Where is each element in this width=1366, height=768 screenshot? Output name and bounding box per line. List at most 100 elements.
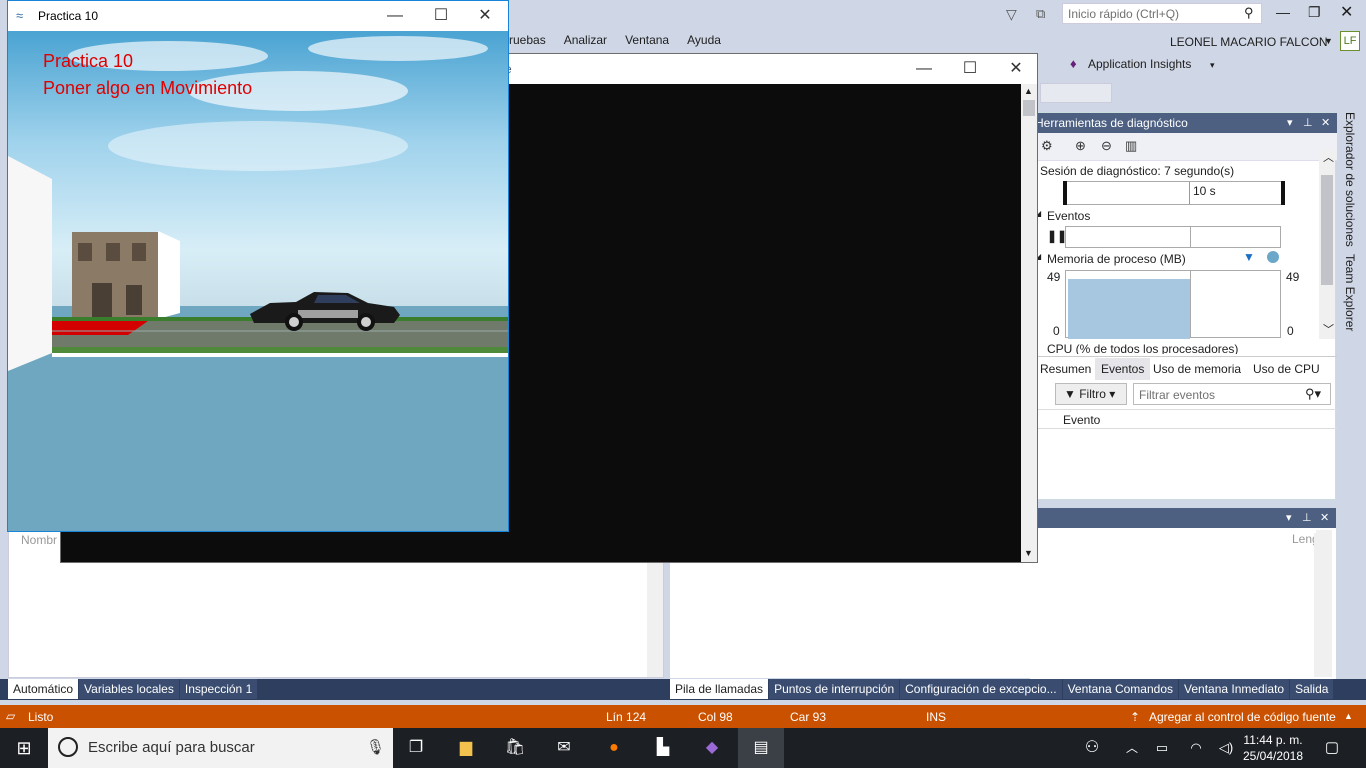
clock-date: 25/04/2018 [1242, 749, 1304, 763]
tab-puntos-interrupcion[interactable]: Puntos de interrupción [769, 679, 900, 699]
tab-ventana-comandos[interactable]: Ventana Comandos [1062, 679, 1178, 699]
notifications-icon[interactable]: ▢ [1320, 736, 1344, 760]
timeline-label: 10 s [1193, 184, 1216, 198]
filter-button[interactable]: ▼ Filtro ▾ [1055, 383, 1127, 405]
maximize-button[interactable]: ☐ [947, 54, 993, 84]
visual-studio-icon[interactable]: ◆ [700, 736, 724, 760]
config-dropdown[interactable] [1040, 83, 1112, 103]
diagnostic-tools-panel: Herramientas de diagnóstico ▾ ⊥ ✕ ⚙ ⊕ ⊖ … [1030, 112, 1337, 500]
bottom-tabs-right: Pila de llamadas Puntos de interrupción Co… [670, 679, 1336, 699]
microphone-icon[interactable]: 🎙 [366, 738, 385, 756]
source-control-button[interactable]: Agregar al control de código fuente [1149, 710, 1336, 724]
snapshot-marker-icon: ▼ [1243, 250, 1255, 264]
tab-variables-locales[interactable]: Variables locales [79, 679, 179, 699]
volume-icon[interactable]: ◁) [1214, 736, 1238, 760]
mem-max-left: 49 [1047, 270, 1061, 284]
app-window-icon[interactable]: ▤ [749, 736, 773, 760]
panel-menu-icon[interactable]: ▾ [1287, 116, 1293, 129]
tab-automatico[interactable]: Automático [8, 679, 79, 699]
memory-area [1068, 279, 1190, 339]
close-icon[interactable]: ✕ [1321, 116, 1330, 129]
practica-window[interactable]: ≈ Practica 10 — ☐ ✕ Practica 10 Poner al… [7, 0, 509, 532]
menu-analizar[interactable]: Analizar [555, 30, 616, 50]
minimize-vs-button[interactable]: — [1276, 4, 1290, 20]
close-icon[interactable]: ✕ [1320, 511, 1329, 524]
filter-events-input[interactable]: Filtrar eventos [1133, 383, 1331, 405]
user-name[interactable]: LEONEL MACARIO FALCON [1170, 35, 1328, 49]
practica-titlebar[interactable]: ≈ Practica 10 — ☐ ✕ [8, 1, 508, 31]
opengl-scene[interactable]: Practica 10 Poner algo en Movimiento [8, 31, 508, 531]
tab-config-excepciones[interactable]: Configuración de excepcio... [900, 679, 1062, 699]
mem-max-right: 49 [1286, 270, 1300, 284]
tab-ventana-inmediato[interactable]: Ventana Inmediato [1179, 679, 1290, 699]
menu-ayuda[interactable]: Ayuda [678, 30, 730, 50]
panel-menu-icon[interactable]: ▾ [1286, 511, 1292, 524]
close-button[interactable]: ✕ [993, 54, 1039, 84]
zoom-in-icon[interactable]: ⊕ [1075, 138, 1086, 154]
menu-ventana[interactable]: Ventana [616, 30, 678, 50]
mem-min-right: 0 [1287, 324, 1294, 338]
pin-icon[interactable]: ⊥ [1303, 116, 1313, 129]
chevron-up-icon[interactable]: ▲ [1344, 711, 1353, 721]
filter-icon[interactable]: ▽ [1006, 6, 1017, 23]
file-explorer-icon[interactable]: ▆ [454, 736, 478, 760]
tab-solution-explorer[interactable]: Explorador de soluciones [1343, 112, 1357, 247]
app-insights-button[interactable]: Application Insights [1088, 57, 1191, 71]
zoom-out-icon[interactable]: ⊖ [1101, 138, 1112, 154]
status-ins: INS [926, 710, 947, 724]
store-icon[interactable]: 🛍 [503, 736, 527, 760]
output-icon: ▱ [6, 709, 16, 723]
maximize-button[interactable]: ☐ [418, 1, 464, 31]
task-view-icon[interactable]: ❐ [404, 736, 428, 760]
battery-icon[interactable]: ▭ [1150, 736, 1174, 760]
bottom-tabs-left: Automático Variables locales Inspección 1 [8, 679, 664, 699]
scene-subheading: Poner algo en Movimiento [43, 78, 253, 98]
clock[interactable]: 11:44 p. m. 25/04/2018 [1238, 732, 1308, 764]
firefox-icon[interactable]: ● [602, 736, 626, 760]
sticky-notes-icon[interactable]: ▙ [651, 736, 675, 760]
restore-vs-button[interactable]: ❐ [1308, 4, 1321, 21]
avatar[interactable]: LF [1340, 31, 1360, 51]
taskbar-search[interactable]: Escribe aquí para buscar 🎙 [48, 728, 393, 768]
status-col: Col 98 [698, 710, 733, 724]
chart-icon[interactable]: ▥ [1125, 138, 1137, 154]
diag-tabs: Resumen Eventos Uso de memoria Uso de CP… [1031, 356, 1337, 380]
chevron-down-icon[interactable]: ▼ [1324, 36, 1333, 46]
tab-team-explorer[interactable]: Team Explorer [1343, 254, 1357, 331]
chevron-up-icon[interactable]: ︿ [1120, 736, 1144, 760]
close-vs-button[interactable]: ✕ [1340, 2, 1353, 22]
console-scrollbar[interactable]: ▲ ▼ [1021, 84, 1037, 562]
column-header[interactable]: Nombr [21, 533, 57, 547]
tab-eventos[interactable]: Eventos [1095, 358, 1151, 380]
funnel-icon: ▼ [1064, 387, 1080, 401]
search-icon[interactable]: ⚲▾ [1305, 386, 1321, 402]
tab-uso-cpu[interactable]: Uso de CPU [1253, 362, 1320, 376]
cortana-icon [58, 737, 78, 757]
pin-icon[interactable]: ⊥ [1302, 511, 1312, 524]
event-column-header[interactable]: Evento [1031, 409, 1337, 429]
diag-scrollbar[interactable]: ︿ ﹀ [1319, 149, 1335, 339]
chevron-down-icon[interactable]: ▾ [1210, 60, 1215, 71]
close-button[interactable]: ✕ [462, 1, 508, 31]
people-icon[interactable]: ⚇ [1080, 736, 1104, 760]
quick-launch-input[interactable]: Inicio rápido (Ctrl+Q) [1062, 3, 1262, 24]
minimize-button[interactable]: — [901, 54, 947, 84]
mail-icon[interactable]: ✉ [552, 736, 576, 760]
filter-label: Filtro [1079, 387, 1106, 401]
minimize-button[interactable]: — [372, 1, 418, 31]
tab-uso-memoria[interactable]: Uso de memoria [1153, 362, 1241, 376]
memory-chart [1065, 270, 1281, 339]
feedback-icon[interactable]: ⧉ [1036, 6, 1045, 22]
tab-salida[interactable]: Salida [1290, 679, 1334, 699]
tab-pila-llamadas[interactable]: Pila de llamadas [670, 679, 769, 699]
pane-scrollbar[interactable] [1314, 533, 1332, 677]
scene-geometry [8, 156, 508, 371]
window-title: Practica 10 [38, 9, 99, 23]
wifi-icon[interactable]: ◠ [1184, 736, 1208, 760]
windows-start-icon[interactable]: ⊞ [12, 736, 36, 760]
gear-icon[interactable]: ⚙ [1041, 138, 1053, 154]
timeline-ruler[interactable]: 10 s [1063, 181, 1285, 205]
tab-inspeccion[interactable]: Inspección 1 [179, 679, 258, 699]
clock-time: 11:44 p. m. [1243, 733, 1303, 747]
tab-resumen[interactable]: Resumen [1040, 362, 1091, 376]
